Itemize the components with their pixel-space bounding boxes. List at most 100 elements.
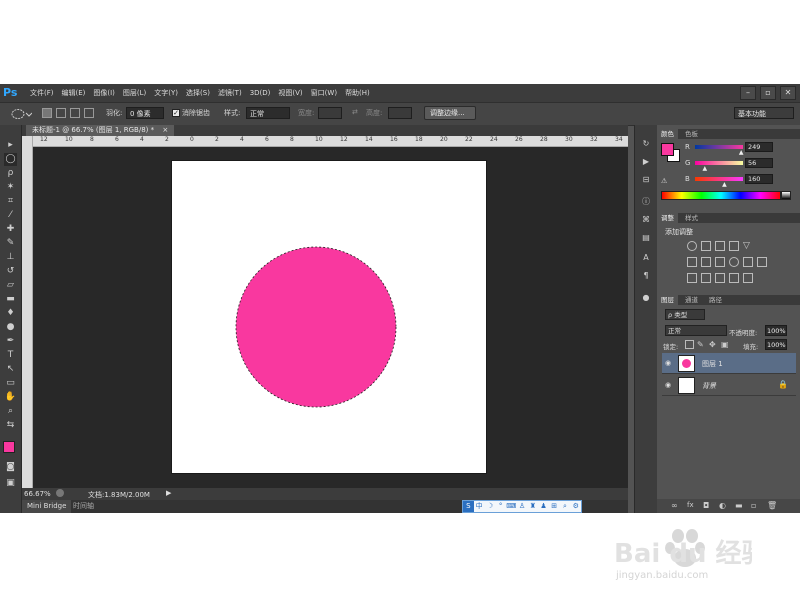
notes-icon[interactable]: ● <box>639 291 653 305</box>
ime-search-icon[interactable]: ⌕ <box>560 501 571 512</box>
actions-icon[interactable]: ▶ <box>639 155 653 169</box>
swap-colors-icon[interactable]: ⇆ <box>4 419 17 432</box>
height-input[interactable] <box>388 107 412 119</box>
gradient-map-icon[interactable] <box>729 273 739 283</box>
tab-styles[interactable]: 样式 <box>681 213 702 223</box>
ime-punct-icon[interactable]: ° <box>495 501 506 512</box>
elliptical-marquee-icon[interactable] <box>10 108 32 120</box>
tab-layers[interactable]: 图层 <box>657 295 678 305</box>
blend-mode-select[interactable]: 正常 <box>665 325 727 336</box>
fill-input[interactable]: 100% <box>765 339 787 350</box>
layer-row-layer1[interactable]: ◉ 图层 1 <box>662 353 796 374</box>
ime-shirt-icon[interactable]: ♜ <box>527 501 538 512</box>
ime-grid-icon[interactable]: ⊞ <box>549 501 560 512</box>
ime-logo-icon[interactable]: S <box>463 501 474 512</box>
intersect-selection-icon[interactable] <box>84 108 94 118</box>
menu-type[interactable]: 文字(Y) <box>150 84 182 102</box>
posterize-icon[interactable] <box>701 273 711 283</box>
gradient-tool-icon[interactable]: ▬ <box>4 293 17 306</box>
menu-file[interactable]: 文件(F) <box>26 84 58 102</box>
ime-settings-icon[interactable]: ⚙ <box>570 501 581 512</box>
curves-icon[interactable] <box>715 241 725 251</box>
document-canvas[interactable] <box>172 161 486 473</box>
style-select[interactable]: 正常 <box>246 107 290 119</box>
healing-brush-icon[interactable]: ✚ <box>4 223 17 236</box>
color-spectrum-bar[interactable] <box>661 191 781 200</box>
menu-image[interactable]: 图像(I) <box>89 84 119 102</box>
lock-transparency-icon[interactable] <box>685 340 694 349</box>
shape-tool-icon[interactable]: ▭ <box>4 377 17 390</box>
history-brush-icon[interactable]: ↺ <box>4 265 17 278</box>
ime-skin-icon[interactable]: ♙ <box>517 501 528 512</box>
group-icon[interactable]: ▬ <box>735 501 743 510</box>
delete-layer-icon[interactable]: 🗑 <box>767 501 777 510</box>
channel-r-value[interactable]: 249 <box>745 142 773 152</box>
path-select-icon[interactable]: ↖ <box>4 363 17 376</box>
blur-tool-icon[interactable]: ♦ <box>4 307 17 320</box>
lock-pixels-icon[interactable]: ✎ <box>697 340 704 349</box>
channel-b-slider[interactable] <box>695 177 743 181</box>
menu-select[interactable]: 选择(S) <box>182 84 214 102</box>
layer-filter-select[interactable]: ρ 类型 <box>665 309 705 320</box>
zoom-level[interactable]: 66.67% <box>24 490 51 498</box>
gamut-warning-icon[interactable]: ⚠ <box>661 177 667 185</box>
link-layers-icon[interactable]: ∞ <box>671 501 678 510</box>
width-input[interactable] <box>318 107 342 119</box>
character-icon[interactable]: A <box>639 251 653 265</box>
history-icon[interactable]: ↻ <box>639 137 653 151</box>
threshold-icon[interactable] <box>715 273 725 283</box>
lasso-tool-icon[interactable]: ρ <box>4 167 17 180</box>
layer-name[interactable]: 背景 <box>702 381 716 391</box>
pen-tool-icon[interactable]: ✒ <box>4 335 17 348</box>
channel-g-value[interactable]: 56 <box>745 158 773 168</box>
vibrance-icon[interactable]: ▽ <box>743 241 753 251</box>
brightness-contrast-icon[interactable] <box>687 241 697 251</box>
new-layer-icon[interactable]: ▫ <box>751 501 756 510</box>
close-tab-icon[interactable]: × <box>162 126 168 134</box>
tab-mini-bridge[interactable]: Mini Bridge <box>22 500 72 513</box>
menu-edit[interactable]: 编辑(E) <box>58 84 90 102</box>
add-selection-icon[interactable] <box>56 108 66 118</box>
marquee-tool-icon[interactable]: ◯ <box>4 153 17 166</box>
channel-g-marker[interactable]: ▲ <box>703 165 708 172</box>
ime-lang[interactable]: 中 <box>474 501 485 512</box>
type-tool-icon[interactable]: T <box>4 349 17 362</box>
tab-timeline[interactable]: 时间轴 <box>68 500 99 513</box>
tab-adjustments[interactable]: 调整 <box>657 213 678 223</box>
invert-icon[interactable] <box>687 273 697 283</box>
feather-input[interactable]: 0 像素 <box>126 107 164 119</box>
canvas-area[interactable] <box>33 147 628 488</box>
tab-color[interactable]: 颜色 <box>657 129 678 139</box>
channel-r-marker[interactable]: ▲ <box>739 149 744 156</box>
selective-color-icon[interactable] <box>743 273 753 283</box>
lock-all-icon[interactable]: ▣ <box>721 340 729 349</box>
brush-panel-icon[interactable]: ▤ <box>639 231 653 245</box>
tab-swatches[interactable]: 色板 <box>681 129 702 139</box>
photo-filter-icon[interactable] <box>729 257 739 267</box>
eyedropper-icon[interactable]: ⁄ <box>4 209 17 222</box>
adjustment-layer-icon[interactable]: ◐ <box>719 501 726 510</box>
color-foreground-swatch[interactable] <box>661 143 674 156</box>
channel-mixer-icon[interactable] <box>743 257 753 267</box>
layer-row-background[interactable]: ◉ 背景 🔒 <box>662 375 796 396</box>
lock-position-icon[interactable]: ✥ <box>709 340 716 349</box>
brush-tool-icon[interactable]: ✎ <box>4 237 17 250</box>
layer-style-icon[interactable]: fx <box>687 501 694 509</box>
black-white-ramp[interactable] <box>781 191 791 200</box>
opacity-input[interactable]: 100% <box>765 325 787 336</box>
stamp-tool-icon[interactable]: ⊥ <box>4 251 17 264</box>
layer-mask-icon[interactable]: ◘ <box>703 501 709 510</box>
exposure-icon[interactable] <box>729 241 739 251</box>
levels-icon[interactable] <box>701 241 711 251</box>
close-button[interactable]: ✕ <box>780 86 796 100</box>
menu-3d[interactable]: 3D(D) <box>246 84 275 102</box>
refine-edge-button[interactable]: 调整边缘... <box>424 106 476 120</box>
properties-icon[interactable]: ⊟ <box>639 173 653 187</box>
tab-paths[interactable]: 路径 <box>705 295 726 305</box>
move-tool-icon[interactable]: ▸ <box>4 139 17 152</box>
channel-b-marker[interactable]: ▲ <box>722 181 727 188</box>
status-info-icon[interactable] <box>56 489 64 497</box>
subtract-selection-icon[interactable] <box>70 108 80 118</box>
tab-channels[interactable]: 通道 <box>681 295 702 305</box>
color-balance-icon[interactable] <box>701 257 711 267</box>
